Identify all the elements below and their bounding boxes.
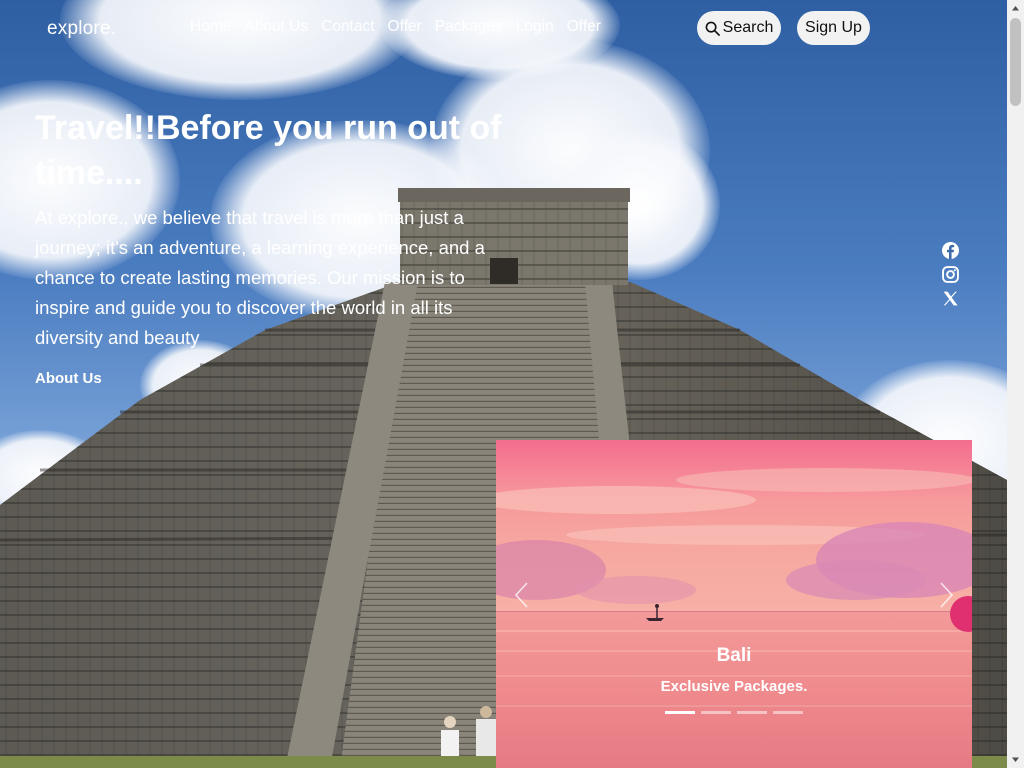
slide-title: Bali [716,645,752,666]
facebook-icon[interactable] [942,242,959,259]
nav-link-offer[interactable]: Offer [388,18,422,36]
search-button[interactable]: Search [697,11,781,45]
nav-links: Home About Us Contact Offer Packages Log… [190,18,614,36]
hero-headline: Travel!!Before you run out of time.... [35,109,502,192]
package-carousel[interactable]: Bali Exclusive Packages. [496,440,972,768]
x-twitter-icon[interactable] [942,290,959,307]
nav-link-about-us[interactable]: About Us [244,18,308,36]
nav-link-offer-2[interactable]: Offer [567,18,601,36]
nav-link-home[interactable]: Home [190,18,231,36]
scroll-up-icon[interactable] [1007,0,1024,17]
search-button-label: Search [722,19,774,36]
nav-link-login[interactable]: Login [516,18,554,36]
chevron-left-icon [514,582,528,608]
search-icon [705,21,720,36]
carousel-next-button[interactable] [932,575,962,615]
page-scrollbar[interactable] [1007,0,1024,768]
carousel-prev-button[interactable] [506,575,536,615]
top-navbar: explore. Home About Us Contact Offer Pac… [0,0,1007,56]
nav-link-packages[interactable]: Packages [435,18,503,36]
carousel-indicators [665,711,803,714]
carousel-indicator-2[interactable] [701,711,731,714]
social-icons [942,242,960,314]
scroll-down-icon[interactable] [1007,751,1024,768]
carousel-indicator-4[interactable] [773,711,803,714]
about-us-link[interactable]: About Us [35,370,102,387]
sign-up-button[interactable]: Sign Up [797,11,870,45]
hero-tagline: At explore., we believe that travel is m… [35,207,485,348]
scrollbar-thumb[interactable] [1010,18,1021,106]
bali-sunset-image [496,440,972,768]
instagram-icon[interactable] [942,266,959,283]
chevron-right-icon [940,582,954,608]
carousel-indicator-1[interactable] [665,711,695,714]
nav-link-contact[interactable]: Contact [321,18,374,36]
brand-logo[interactable]: explore. [47,18,116,40]
sign-up-label: Sign Up [805,19,862,36]
carousel-indicator-3[interactable] [737,711,767,714]
slide-subtitle: Exclusive Packages. [660,678,808,695]
